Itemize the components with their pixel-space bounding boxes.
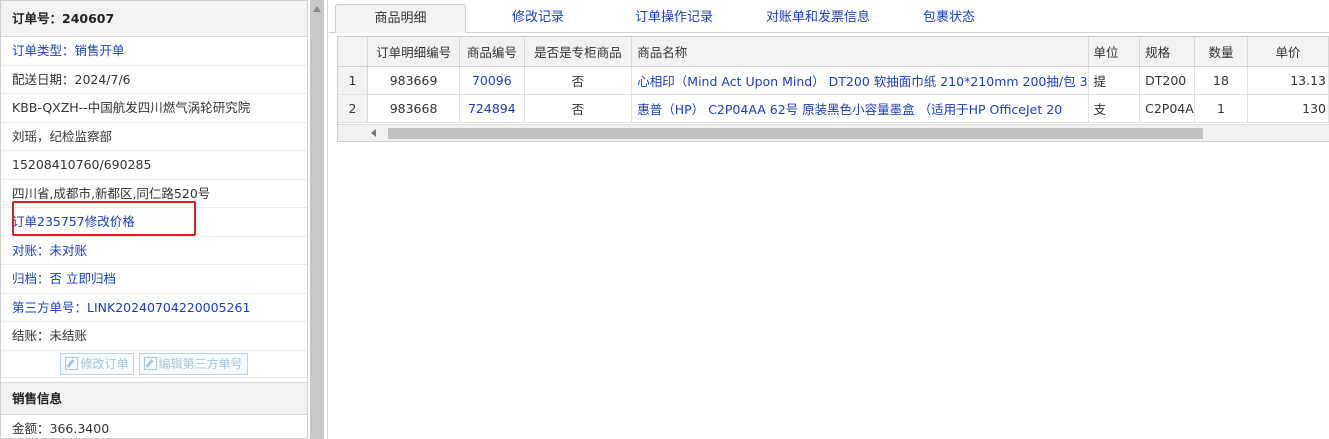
customer-org: KBB-QXZH--中国航发四川燃气涡轮研究院 <box>1 94 307 123</box>
tab-statement-invoice[interactable]: 对账单和发票信息 <box>744 4 892 33</box>
counter-product-cell: 否 <box>524 66 633 95</box>
col-header-unit[interactable]: 单位 <box>1088 37 1141 67</box>
unit-cell: 支 <box>1088 94 1141 123</box>
table-header-row: 订单明细编号 商品编号 是否是专柜商品 商品名称 单位 规格 数量 单价 <box>338 37 1329 67</box>
product-name-link[interactable]: 惠普（HP） C2P04AA 62号 原装黑色小容量墨盒 （适用于HP Offi… <box>631 94 1089 123</box>
third-party-order-no[interactable]: 第三方单号：LINK20240704220005261 <box>1 294 307 322</box>
col-header-product-name[interactable]: 商品名称 <box>631 37 1089 67</box>
contact-phone: 15208410760/690285 <box>1 151 307 180</box>
col-header-spec[interactable]: 规格 <box>1139 37 1196 67</box>
edit-order-button[interactable]: 修改订单 <box>60 352 134 375</box>
product-grid: 订单明细编号 商品编号 是否是专柜商品 商品名称 单位 规格 数量 单价 1 9… <box>337 36 1329 142</box>
row-number: 1 <box>338 66 369 95</box>
quantity-cell: 1 <box>1194 94 1248 123</box>
edit-order-label: 修改订单 <box>80 357 129 371</box>
edit-icon <box>65 357 79 370</box>
collapse-arrow-icon[interactable] <box>313 6 321 14</box>
col-header-detail-no[interactable]: 订单明细编号 <box>367 37 461 67</box>
delivery-date: 配送日期：2024/7/6 <box>1 66 307 94</box>
unit-price-cell: 130 <box>1247 94 1329 123</box>
product-no-link[interactable]: 724894 <box>459 94 525 123</box>
edit-third-party-label: 编辑第三方单号 <box>158 357 243 371</box>
table-row[interactable]: 2 983668 724894 否 惠普（HP） C2P04AA 62号 原装黑… <box>338 94 1329 123</box>
product-table: 订单明细编号 商品编号 是否是专柜商品 商品名称 单位 规格 数量 单价 1 9… <box>338 37 1329 123</box>
reconciliation-status[interactable]: 对账：未对账 <box>1 237 307 265</box>
scroll-left-arrow-icon[interactable] <box>371 129 376 137</box>
tab-package-status[interactable]: 包裹状态 <box>904 4 994 33</box>
unit-cell: 提 <box>1088 66 1141 95</box>
counter-product-cell: 否 <box>524 94 633 123</box>
col-header-unit-price[interactable]: 单价 <box>1247 37 1329 67</box>
action-buttons: 修改订单 编辑第三方单号 <box>1 351 307 378</box>
horizontal-scrollbar[interactable] <box>338 124 1329 141</box>
scroll-thumb[interactable] <box>388 128 1203 139</box>
spec-cell: C2P04A <box>1139 94 1196 123</box>
sales-info-header: 销售信息 <box>1 381 307 415</box>
col-header-product-no[interactable]: 商品编号 <box>459 37 525 67</box>
product-no-link[interactable]: 70096 <box>459 66 525 95</box>
contact-person: 刘瑶，纪检监察部 <box>1 123 307 151</box>
order-type[interactable]: 订单类型：销售开单 <box>1 37 307 66</box>
detail-no-cell: 983668 <box>367 94 461 123</box>
col-header-counter-product[interactable]: 是否是专柜商品 <box>524 37 633 67</box>
detail-no-cell: 983669 <box>367 66 461 95</box>
settlement-status: 结账：未结账 <box>1 322 307 351</box>
tab-bar: 商品明细 修改记录 订单操作记录 对账单和发票信息 包裹状态 <box>329 0 1329 33</box>
col-header-rownum <box>338 37 369 67</box>
quantity-cell: 18 <box>1194 66 1248 95</box>
unit-price-cell: 13.13 <box>1247 66 1329 95</box>
tab-product-details[interactable]: 商品明细 <box>335 4 466 33</box>
product-name-link[interactable]: 心相印（Mind Act Upon Mind） DT200 软抽面巾纸 210*… <box>631 66 1089 95</box>
splitter-bar[interactable] <box>310 0 324 439</box>
annotation-highlight-box <box>12 201 196 236</box>
tab-modification-log[interactable]: 修改记录 <box>489 4 587 33</box>
edit-third-party-button[interactable]: 编辑第三方单号 <box>138 352 248 375</box>
sales-amount: 金额：366.3400 <box>1 415 307 439</box>
col-header-quantity[interactable]: 数量 <box>1194 37 1248 67</box>
spec-cell: DT200 <box>1139 66 1196 95</box>
order-number-header: 订单号：240607 <box>1 1 307 37</box>
archive-status[interactable]: 归档：否 立即归档 <box>1 265 307 294</box>
row-number: 2 <box>338 94 369 123</box>
edit-icon <box>143 357 157 370</box>
detail-panel: 商品明细 修改记录 订单操作记录 对账单和发票信息 包裹状态 订单明细编号 商品… <box>329 0 1329 439</box>
table-row[interactable]: 1 983669 70096 否 心相印（Mind Act Upon Mind）… <box>338 66 1329 95</box>
tab-order-operation-log[interactable]: 订单操作记录 <box>619 4 729 33</box>
